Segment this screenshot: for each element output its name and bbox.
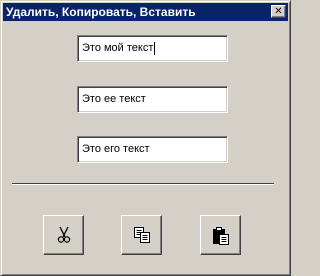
dialog-window: Удалить, Копировать, Вставить ✕ Это мой … [0,0,291,276]
close-button[interactable]: ✕ [271,5,286,18]
text-field-1-value: Это мой текст [82,42,154,54]
window-title: Удалить, Копировать, Вставить [6,5,196,19]
title-bar[interactable]: Удалить, Копировать, Вставить [3,3,288,21]
cut-button[interactable] [43,215,84,255]
separator-line [12,183,274,185]
scissors-icon [56,226,72,244]
text-field-3-value: Это его текст [82,143,150,155]
copy-button[interactable] [121,215,162,255]
text-field-2-value: Это ее текст [82,93,146,105]
paste-icon [212,226,230,245]
text-field-1[interactable]: Это мой текст [77,35,228,62]
close-icon: ✕ [274,6,283,17]
text-caret [154,41,156,55]
copy-icon [133,226,151,244]
text-field-3[interactable]: Это его текст [77,136,228,163]
paste-button[interactable] [200,215,241,255]
text-field-2[interactable]: Это ее текст [77,86,228,113]
